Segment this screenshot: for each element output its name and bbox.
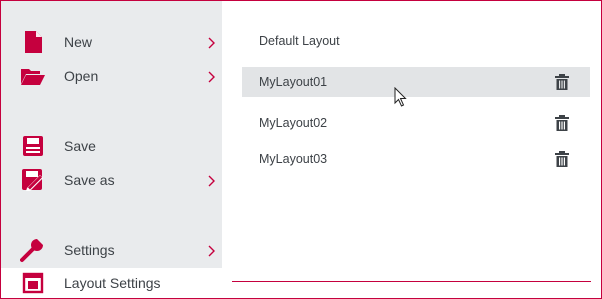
chevron-right-icon [208, 36, 218, 49]
layout-name: MyLayout02 [259, 116, 328, 130]
chevron-right-icon [208, 244, 218, 257]
trash-icon[interactable] [555, 151, 569, 167]
layout-row[interactable]: MyLayout01 [242, 67, 590, 97]
menu-item-label: New [64, 34, 93, 50]
new-file-icon [20, 29, 46, 55]
layout-name: MyLayout03 [259, 152, 328, 166]
trash-icon[interactable] [555, 74, 569, 90]
menu-item-label: Save as [64, 172, 115, 188]
save-as-icon [20, 167, 46, 193]
menu-item-label: Save [64, 138, 96, 154]
mouse-pointer-icon [394, 86, 408, 109]
chevron-right-icon [208, 174, 218, 187]
default-layout-item[interactable]: Default Layout [259, 34, 340, 48]
layout-icon [20, 270, 46, 296]
menu-item-layout-settings[interactable]: Layout Settings [1, 268, 222, 298]
menu-item-settings[interactable]: Settings [1, 233, 222, 267]
application-window: New Open Save Save as Settings Layout Se… [0, 0, 602, 299]
save-icon [20, 133, 46, 159]
menu-item-save[interactable]: Save [1, 129, 222, 163]
chevron-right-icon [208, 70, 218, 83]
menu-item-label: Layout Settings [64, 275, 161, 291]
menu-item-label: Open [64, 68, 99, 84]
trash-icon[interactable] [555, 115, 569, 131]
menu-item-save-as[interactable]: Save as [1, 163, 222, 197]
menu-item-open[interactable]: Open [1, 59, 222, 93]
layout-name: MyLayout01 [259, 75, 328, 89]
wrench-icon [20, 237, 46, 263]
menu-item-new[interactable]: New [1, 25, 222, 59]
layout-row[interactable]: MyLayout03 [242, 144, 590, 174]
layout-list-panel: Default Layout MyLayout01 MyLayout02 MyL… [222, 1, 601, 298]
folder-open-icon [20, 63, 46, 89]
layout-row[interactable]: MyLayout02 [242, 108, 590, 138]
menu-item-label: Settings [64, 242, 115, 258]
divider [232, 281, 591, 282]
sidebar-menu: New Open Save Save as Settings Layout Se… [1, 1, 222, 298]
